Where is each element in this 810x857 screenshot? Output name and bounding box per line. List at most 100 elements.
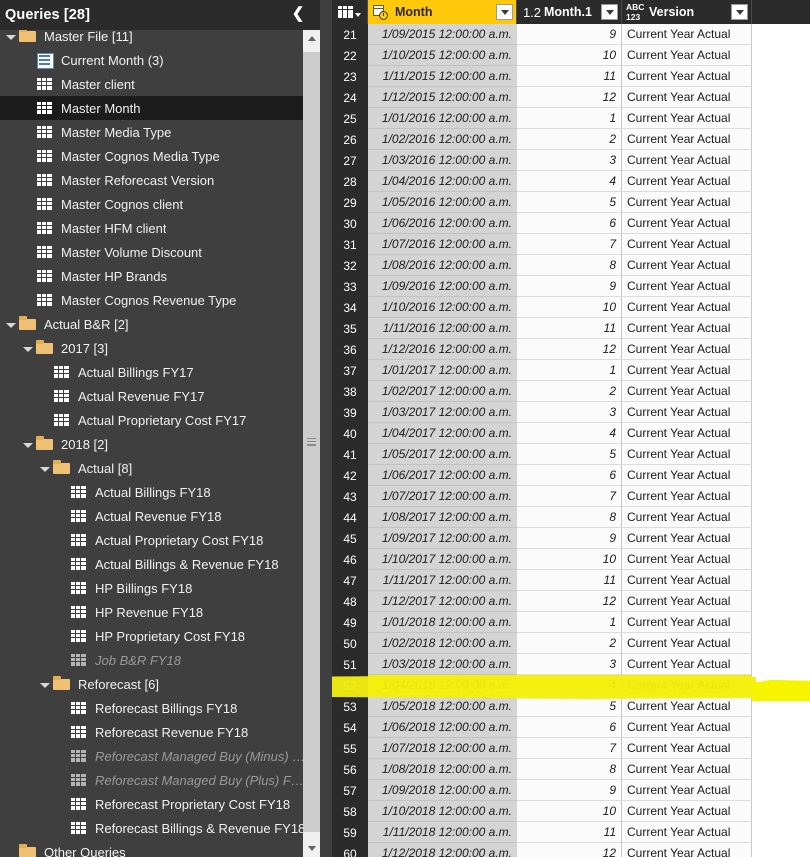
cell-version[interactable]: Current Year Actual (622, 402, 752, 423)
cell-version[interactable]: Current Year Actual (622, 66, 752, 87)
tree-query-item[interactable]: Current Month (3) (0, 48, 308, 72)
cell-month[interactable]: 1/10/2015 12:00:00 a.m. (368, 45, 517, 66)
select-all-columns-button[interactable] (332, 0, 368, 24)
cell-version[interactable]: Current Year Actual (622, 759, 752, 780)
cell-version[interactable]: Current Year Actual (622, 297, 752, 318)
cell-version[interactable]: Current Year Actual (622, 486, 752, 507)
row-number-cell[interactable]: 39 (332, 402, 368, 423)
filter-dropdown-icon[interactable] (731, 4, 748, 20)
tree-query-item[interactable]: Reforecast Proprietary Cost FY18 (0, 792, 308, 816)
cell-month1[interactable]: 11 (517, 570, 622, 591)
tree-query-item[interactable]: Master HFM client (0, 216, 308, 240)
row-number-cell[interactable]: 53 (332, 696, 368, 717)
scroll-down-arrow-icon[interactable] (303, 840, 320, 857)
row-number-cell[interactable]: 42 (332, 465, 368, 486)
cell-month1[interactable]: 8 (517, 507, 622, 528)
table-row[interactable]: 28 1/04/2016 12:00:00 a.m. 4 Current Year A… (332, 171, 810, 192)
row-number-cell[interactable]: 51 (332, 654, 368, 675)
cell-month1[interactable]: 10 (517, 297, 622, 318)
tree-query-item[interactable]: Job B&R FY18 (0, 648, 308, 672)
row-number-cell[interactable]: 56 (332, 759, 368, 780)
cell-month1[interactable]: 9 (517, 276, 622, 297)
table-row[interactable]: 53 1/05/2018 12:00:00 a.m. 5 Current Year A… (332, 696, 810, 717)
table-row[interactable]: 52 1/04/2018 12:00:00 a.m. 4 Current Year A… (332, 675, 810, 696)
cell-month1[interactable]: 12 (517, 87, 622, 108)
table-row[interactable]: 39 1/03/2017 12:00:00 a.m. 3 Current Year A… (332, 402, 810, 423)
tree-query-item[interactable]: Reforecast Billings & Revenue FY18 (0, 816, 308, 840)
cell-version[interactable]: Current Year Actual (622, 255, 752, 276)
table-row[interactable]: 55 1/07/2018 12:00:00 a.m. 7 Current Year A… (332, 738, 810, 759)
sidebar-scrollbar-thumb[interactable] (303, 52, 320, 832)
row-number-cell[interactable]: 44 (332, 507, 368, 528)
table-row[interactable]: 58 1/10/2018 12:00:00 a.m. 10 Current Year … (332, 801, 810, 822)
cell-month1[interactable]: 7 (517, 486, 622, 507)
table-row[interactable]: 46 1/10/2017 12:00:00 a.m. 10 Current Year … (332, 549, 810, 570)
cell-month[interactable]: 1/08/2018 12:00:00 a.m. (368, 759, 517, 780)
cell-month[interactable]: 1/05/2017 12:00:00 a.m. (368, 444, 517, 465)
cell-version[interactable]: Current Year Actual (622, 87, 752, 108)
expand-collapse-triangle-icon[interactable] (4, 312, 18, 336)
cell-month[interactable]: 1/05/2018 12:00:00 a.m. (368, 696, 517, 717)
tree-folder-item[interactable]: Actual [8] (0, 456, 308, 480)
tree-query-item[interactable]: Master Reforecast Version (0, 168, 308, 192)
table-row[interactable]: 60 1/12/2018 12:00:00 a.m. 12 Current Year … (332, 843, 810, 857)
row-number-cell[interactable]: 58 (332, 801, 368, 822)
table-row[interactable]: 29 1/05/2016 12:00:00 a.m. 5 Current Year A… (332, 192, 810, 213)
row-number-cell[interactable]: 57 (332, 780, 368, 801)
cell-version[interactable]: Current Year Actual (622, 738, 752, 759)
tree-query-item[interactable]: Actual Revenue FY18 (0, 504, 308, 528)
cell-month[interactable]: 1/03/2016 12:00:00 a.m. (368, 150, 517, 171)
row-number-cell[interactable]: 37 (332, 360, 368, 381)
table-row[interactable]: 57 1/09/2018 12:00:00 a.m. 9 Current Year A… (332, 780, 810, 801)
cell-month[interactable]: 1/05/2016 12:00:00 a.m. (368, 192, 517, 213)
cell-version[interactable]: Current Year Actual (622, 381, 752, 402)
cell-month[interactable]: 1/04/2016 12:00:00 a.m. (368, 171, 517, 192)
tree-query-item[interactable]: Master Cognos Revenue Type (0, 288, 308, 312)
queries-tree-scroll-viewport[interactable]: Master File [11] Current Month (3) Master … (0, 30, 332, 857)
cell-month[interactable]: 1/10/2017 12:00:00 a.m. (368, 549, 517, 570)
cell-version[interactable]: Current Year Actual (622, 570, 752, 591)
cell-month1[interactable]: 9 (517, 528, 622, 549)
cell-version[interactable]: Current Year Actual (622, 528, 752, 549)
table-row[interactable]: 59 1/11/2018 12:00:00 a.m. 11 Current Year … (332, 822, 810, 843)
cell-version[interactable]: Current Year Actual (622, 591, 752, 612)
cell-month1[interactable]: 8 (517, 255, 622, 276)
table-row[interactable]: 51 1/03/2018 12:00:00 a.m. 3 Current Year A… (332, 654, 810, 675)
cell-version[interactable]: Current Year Actual (622, 234, 752, 255)
cell-version[interactable]: Current Year Actual (622, 150, 752, 171)
tree-query-item[interactable]: Reforecast Billings FY18 (0, 696, 308, 720)
cell-version[interactable]: Current Year Actual (622, 213, 752, 234)
tree-query-item[interactable]: Master HP Brands (0, 264, 308, 288)
filter-dropdown-icon[interactable] (496, 4, 513, 20)
tree-folder-item[interactable]: Other Queries (0, 840, 308, 857)
cell-month1[interactable]: 2 (517, 381, 622, 402)
tree-query-item[interactable]: Actual Proprietary Cost FY18 (0, 528, 308, 552)
cell-month1[interactable]: 2 (517, 633, 622, 654)
cell-month[interactable]: 1/02/2018 12:00:00 a.m. (368, 633, 517, 654)
cell-month1[interactable]: 10 (517, 801, 622, 822)
cell-month1[interactable]: 11 (517, 318, 622, 339)
row-number-cell[interactable]: 59 (332, 822, 368, 843)
cell-month1[interactable]: 10 (517, 45, 622, 66)
row-number-cell[interactable]: 21 (332, 24, 368, 45)
cell-month[interactable]: 1/06/2016 12:00:00 a.m. (368, 213, 517, 234)
tree-folder-item[interactable]: 2017 [3] (0, 336, 308, 360)
cell-month1[interactable]: 12 (517, 843, 622, 857)
cell-month[interactable]: 1/09/2015 12:00:00 a.m. (368, 24, 517, 45)
row-number-cell[interactable]: 31 (332, 234, 368, 255)
tree-query-item[interactable]: Reforecast Managed Buy (Minus) FY18 (0, 744, 308, 768)
cell-version[interactable]: Current Year Actual (622, 633, 752, 654)
cell-version[interactable]: Current Year Actual (622, 549, 752, 570)
row-number-cell[interactable]: 49 (332, 612, 368, 633)
chevron-left-icon[interactable]: ❮ (288, 3, 308, 25)
table-row[interactable]: 38 1/02/2017 12:00:00 a.m. 2 Current Year A… (332, 381, 810, 402)
cell-version[interactable]: Current Year Actual (622, 171, 752, 192)
row-number-cell[interactable]: 40 (332, 423, 368, 444)
table-row[interactable]: 49 1/01/2018 12:00:00 a.m. 1 Current Year A… (332, 612, 810, 633)
cell-month[interactable]: 1/06/2018 12:00:00 a.m. (368, 717, 517, 738)
cell-month[interactable]: 1/09/2018 12:00:00 a.m. (368, 780, 517, 801)
table-row[interactable]: 48 1/12/2017 12:00:00 a.m. 12 Current Year … (332, 591, 810, 612)
cell-month[interactable]: 1/06/2017 12:00:00 a.m. (368, 465, 517, 486)
row-number-cell[interactable]: 46 (332, 549, 368, 570)
table-row[interactable]: 54 1/06/2018 12:00:00 a.m. 6 Current Year A… (332, 717, 810, 738)
